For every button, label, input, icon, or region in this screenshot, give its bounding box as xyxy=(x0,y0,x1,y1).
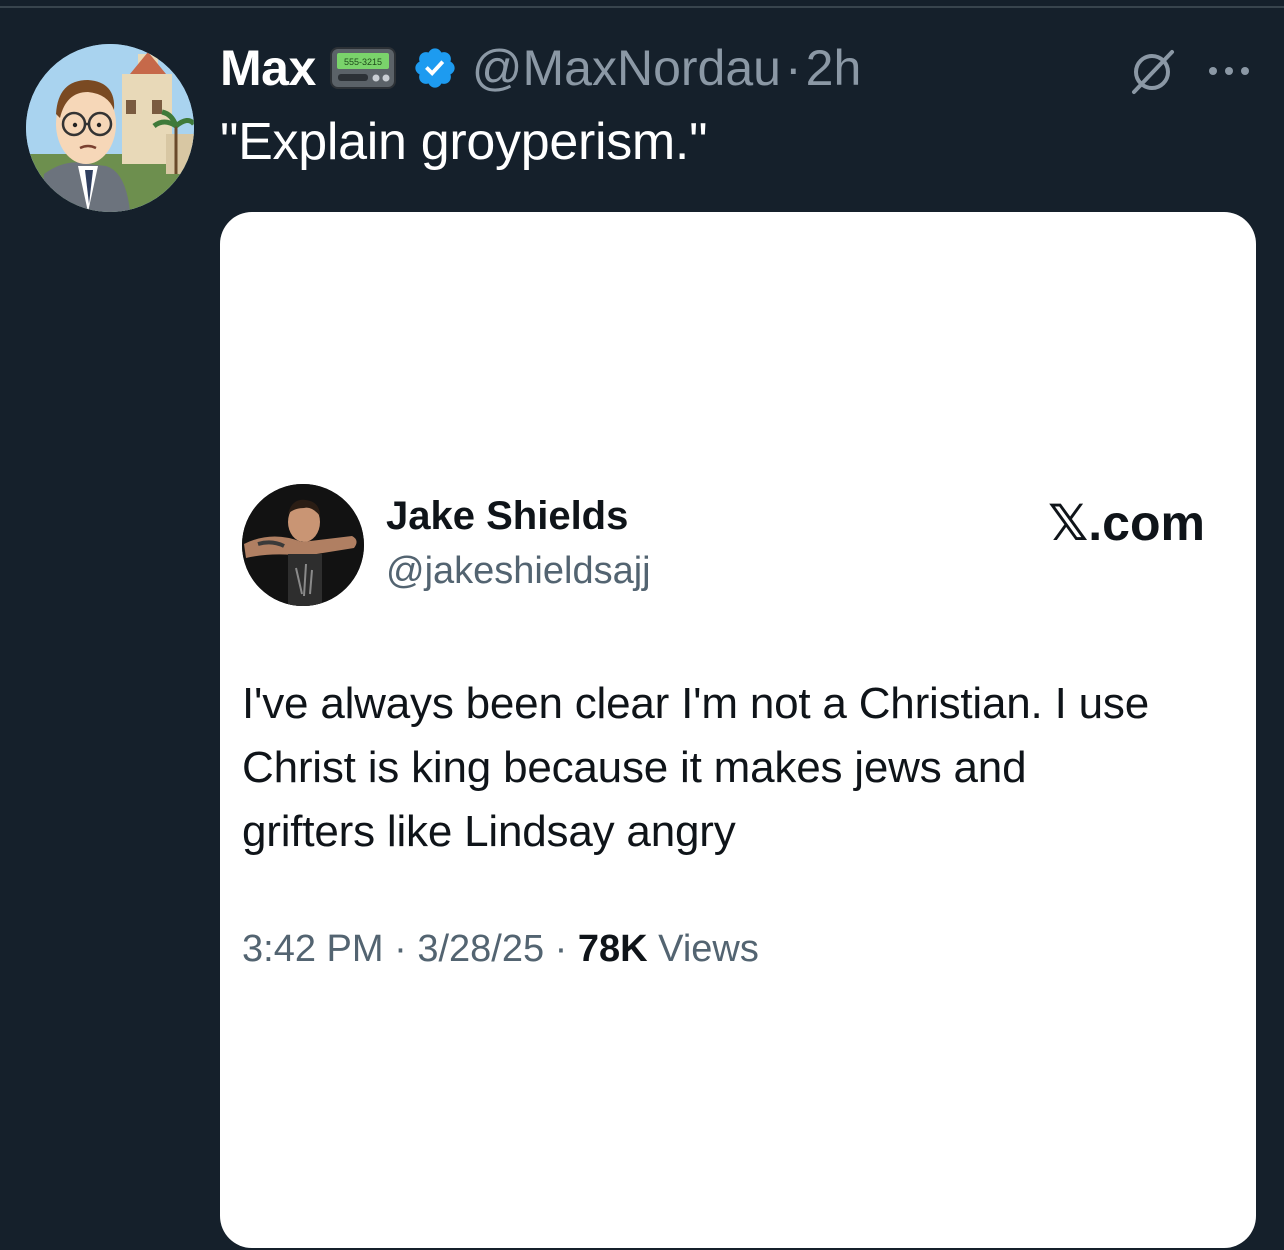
views-count: 78K xyxy=(577,928,648,970)
header-separator: · xyxy=(784,40,802,96)
post-text: "Explain groyperism." xyxy=(220,113,708,171)
post-header: Max 555-3215 @MaxNordau · 2h xyxy=(220,38,861,98)
author-avatar[interactable] xyxy=(26,44,194,212)
embedded-body-line: I've always been clear I'm not a Christi… xyxy=(242,679,1149,728)
views-label: Views xyxy=(658,928,759,970)
embedded-time: 3:42 PM xyxy=(242,928,384,970)
embedded-body-line: grifters like Lindsay angry xyxy=(242,807,736,856)
post-timestamp[interactable]: 2h xyxy=(806,39,862,97)
meta-separator: · xyxy=(394,928,407,970)
cartoon-avatar-image xyxy=(26,44,194,212)
verified-badge-icon[interactable] xyxy=(412,45,458,91)
post-media-image[interactable]: Jake Shields @jakeshieldsajj 𝕏.com I've … xyxy=(220,212,1256,1248)
embedded-author-avatar xyxy=(242,484,364,606)
more-options-icon[interactable] xyxy=(1204,56,1254,86)
embedded-author-handle: @jakeshieldsajj xyxy=(386,550,651,592)
embedded-tweet-body: I've always been clear I'm not a Christi… xyxy=(242,672,1242,864)
embedded-author-name: Jake Shields xyxy=(386,494,629,538)
embedded-avatar-photo xyxy=(242,484,364,606)
top-divider xyxy=(0,6,1284,8)
x-com-logo: 𝕏.com xyxy=(1048,495,1205,551)
pager-emoji-icon: 555-3215 xyxy=(329,47,396,89)
author-handle[interactable]: @MaxNordau xyxy=(472,39,781,97)
embedded-date: 3/28/25 xyxy=(417,928,545,970)
pager-display-text: 555-3215 xyxy=(344,57,382,67)
meta-separator: · xyxy=(554,928,568,970)
author-name[interactable]: Max xyxy=(220,39,316,97)
embedded-body-line: Christ is king because it makes jews and xyxy=(242,743,1027,792)
embedded-tweet-meta: 3:42 PM · 3/28/25 · 78K Views xyxy=(242,928,759,971)
grok-icon[interactable] xyxy=(1126,46,1178,98)
